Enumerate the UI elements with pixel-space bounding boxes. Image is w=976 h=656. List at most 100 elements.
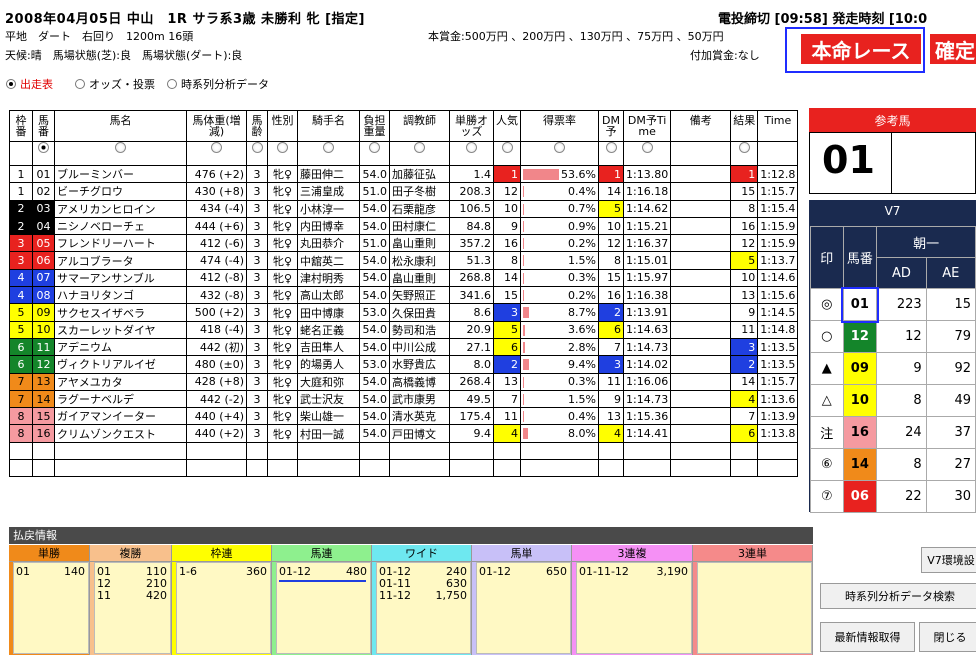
- vote-rate-bar: [523, 428, 528, 440]
- tab-entries[interactable]: 出走表: [6, 76, 53, 92]
- empty-cell: [493, 441, 521, 461]
- col-header-jockey: 騎手名: [297, 110, 360, 142]
- v7-mark: ◎: [810, 288, 844, 321]
- payout-body: 1-6 360: [176, 562, 271, 654]
- cell-time: 1:13.5: [757, 337, 799, 357]
- sort-radio-result[interactable]: [738, 142, 750, 153]
- sort-cell-name: [54, 141, 187, 166]
- cell-load: 54.0: [359, 251, 390, 270]
- cell-name: アヤメユカタ: [54, 372, 187, 391]
- cell-dm-time: 1:15.21: [622, 216, 672, 236]
- table-row[interactable]: 6 12 ヴィクトリアルイゼ 480 (±0) 3 牝♀ 的場勇人 53.0 水野貴広 8.0 2 9…: [9, 355, 799, 374]
- table-row[interactable]: 2 04 ニシノベローチェ 444 (+6) 3 牝♀ 内田博幸 54.0 田村康仁 84.8 9 0…: [9, 216, 799, 236]
- sort-cell-note: [670, 141, 732, 166]
- cell-waku: 3: [9, 234, 33, 253]
- sort-radio-weight[interactable]: [211, 142, 222, 153]
- sort-radio-jockey[interactable]: [323, 142, 334, 153]
- vote-rate-bar: [523, 272, 524, 284]
- cell-name: ニシノベローチェ: [54, 216, 187, 236]
- col-header-waku: 枠番: [9, 110, 33, 142]
- sort-radio-load[interactable]: [369, 142, 380, 153]
- latest-info-button[interactable]: 最新情報取得: [820, 622, 915, 652]
- sort-radio-num[interactable]: [38, 142, 49, 153]
- empty-cell: [622, 459, 672, 478]
- cell-dm-time: 1:15.36: [622, 407, 672, 426]
- sort-radio-name[interactable]: [115, 142, 126, 153]
- empty-cell: [54, 459, 187, 478]
- cell-time: 1:13.7: [757, 251, 799, 270]
- close-button[interactable]: 閉じる: [919, 622, 976, 652]
- tab-series-radio[interactable]: [167, 79, 177, 89]
- tab-odds-radio[interactable]: [75, 79, 85, 89]
- cell-jockey: 内田博幸: [297, 216, 360, 236]
- sort-radio-age[interactable]: [251, 142, 263, 153]
- cell-name: クリムゾンクエスト: [54, 424, 187, 443]
- cell-dm-time: 1:16.18: [622, 182, 672, 201]
- v7-ae: 79: [925, 320, 976, 353]
- cell-pop: 12: [493, 182, 521, 201]
- cell-name: ビーチグロウ: [54, 182, 187, 201]
- cell-age: 3: [246, 268, 268, 288]
- empty-cell: [622, 441, 672, 461]
- table-row[interactable]: 3 06 アルコブラータ 474 (-4) 3 牝♀ 中舘英二 54.0 松永康利 51.3 8 1.…: [9, 251, 799, 270]
- sort-radio-trainer[interactable]: [414, 142, 425, 153]
- cell-waku: 7: [9, 389, 33, 409]
- col-header-age: 馬齢: [246, 110, 268, 142]
- cell-load: 51.0: [359, 234, 390, 253]
- sort-radio-rate[interactable]: [554, 142, 565, 153]
- cell-weight: 476 (+2): [186, 164, 247, 184]
- empty-cell: [297, 459, 360, 478]
- vote-rate-text: 1.5%: [568, 392, 596, 406]
- cell-time: 1:13.5: [757, 355, 799, 374]
- v7-row: ⑥ 14 8 27: [810, 448, 976, 481]
- v7-row: 注 16 24 37: [810, 416, 976, 449]
- cell-trainer: 矢野照正: [389, 286, 450, 305]
- table-row[interactable]: 4 08 ハナヨリタンゴ 432 (-8) 3 牝♀ 高山太郎 54.0 矢野照正 341.6 15…: [9, 286, 799, 305]
- cell-rate: 0.9%: [520, 216, 599, 236]
- sort-radio-odds[interactable]: [466, 142, 477, 153]
- v7-env-button[interactable]: V7環境設: [921, 547, 976, 573]
- sort-radio-sex[interactable]: [277, 142, 288, 153]
- sort-radio-dm[interactable]: [605, 142, 617, 153]
- cell-time: 1:13.9: [757, 407, 799, 426]
- cell-jockey: 中舘英二: [297, 251, 360, 270]
- cell-jockey: 小林淳一: [297, 199, 360, 218]
- empty-cell: [9, 459, 33, 478]
- sort-radio-pop[interactable]: [501, 142, 513, 153]
- table-row[interactable]: 8 16 クリムゾンクエスト 440 (+2) 3 牝♀ 村田一誠 54.0 戸田博文 9.4 4 8…: [9, 424, 799, 443]
- tab-series[interactable]: 時系列分析データ: [167, 76, 269, 92]
- cell-name: ガイアマンイーター: [54, 407, 187, 426]
- series-search-button[interactable]: 時系列分析データ検索: [820, 583, 976, 609]
- cell-jockey: 丸田恭介: [297, 234, 360, 253]
- tab-entries-radio[interactable]: [6, 79, 16, 89]
- payout-amount: 3,190: [656, 565, 689, 578]
- table-row[interactable]: 7 13 アヤメユカタ 428 (+8) 3 牝♀ 大庭和弥 54.0 高橋義博 268.4 13 0…: [9, 372, 799, 391]
- v7-mark: ▲: [810, 352, 844, 385]
- table-row[interactable]: 4 07 サマーアンサンブル 412 (-8) 3 牝♀ 津村明秀 54.0 畠山重則 268.8…: [9, 268, 799, 288]
- cell-note: [670, 164, 732, 184]
- cell-result: 16: [730, 216, 759, 236]
- table-row[interactable]: 1 01 ブルーミンバー 476 (+2) 3 牝♀ 藤田伸二 54.0 加藤征弘 1.4 1 53.…: [9, 164, 799, 184]
- empty-cell: [670, 441, 732, 461]
- payout-amount: 360: [246, 565, 267, 578]
- empty-cell: [449, 441, 494, 461]
- table-row[interactable]: 2 03 アメリカンヒロイン 434 (-4) 3 牝♀ 小林淳一 54.0 石栗龍彦 106.5…: [9, 199, 799, 218]
- table-row[interactable]: 5 09 サクセスイザベラ 500 (+2) 3 牝♀ 田中博康 53.0 久保田貴 8.6 3 8.…: [9, 303, 799, 322]
- cell-load: 54.0: [359, 337, 390, 357]
- cell-note: [670, 337, 732, 357]
- table-row[interactable]: 7 14 ラグーナベルデ 442 (-2) 3 牝♀ 武士沢友 54.0 武市康男 49.5 7 1.…: [9, 389, 799, 409]
- payout-group: 3連単: [693, 545, 813, 655]
- sort-radio-dm-time[interactable]: [641, 142, 653, 153]
- table-row[interactable]: 1 02 ビーチグロウ 430 (+8) 3 牝♀ 三浦皇成 51.0 田子冬樹 208.3 12 0…: [9, 182, 799, 201]
- table-row[interactable]: 3 05 フレンドリーハート 412 (-6) 3 牝♀ 丸田恭介 51.0 畠山重則 357.2…: [9, 234, 799, 253]
- cell-rate: 3.6%: [520, 320, 599, 339]
- table-row[interactable]: 8 15 ガイアマンイーター 440 (+4) 3 牝♀ 柴山雄一 54.0 清水英克 175.4…: [9, 407, 799, 426]
- cell-rate: 8.7%: [520, 303, 599, 322]
- cell-age: 3: [246, 372, 268, 391]
- table-row[interactable]: 6 11 アデニウム 442 (初) 3 牝♀ 吉田隼人 54.0 中川公成 27.1 6 2.8% 7…: [9, 337, 799, 357]
- cell-age: 3: [246, 234, 268, 253]
- cell-weight: 432 (-8): [186, 286, 247, 305]
- payout-underline: [279, 580, 366, 582]
- table-row[interactable]: 5 10 スカーレットダイヤ 418 (-4) 3 牝♀ 蛯名正義 54.0 勢司和浩 20.9 5…: [9, 320, 799, 339]
- tab-odds[interactable]: オッズ・投票: [75, 76, 155, 92]
